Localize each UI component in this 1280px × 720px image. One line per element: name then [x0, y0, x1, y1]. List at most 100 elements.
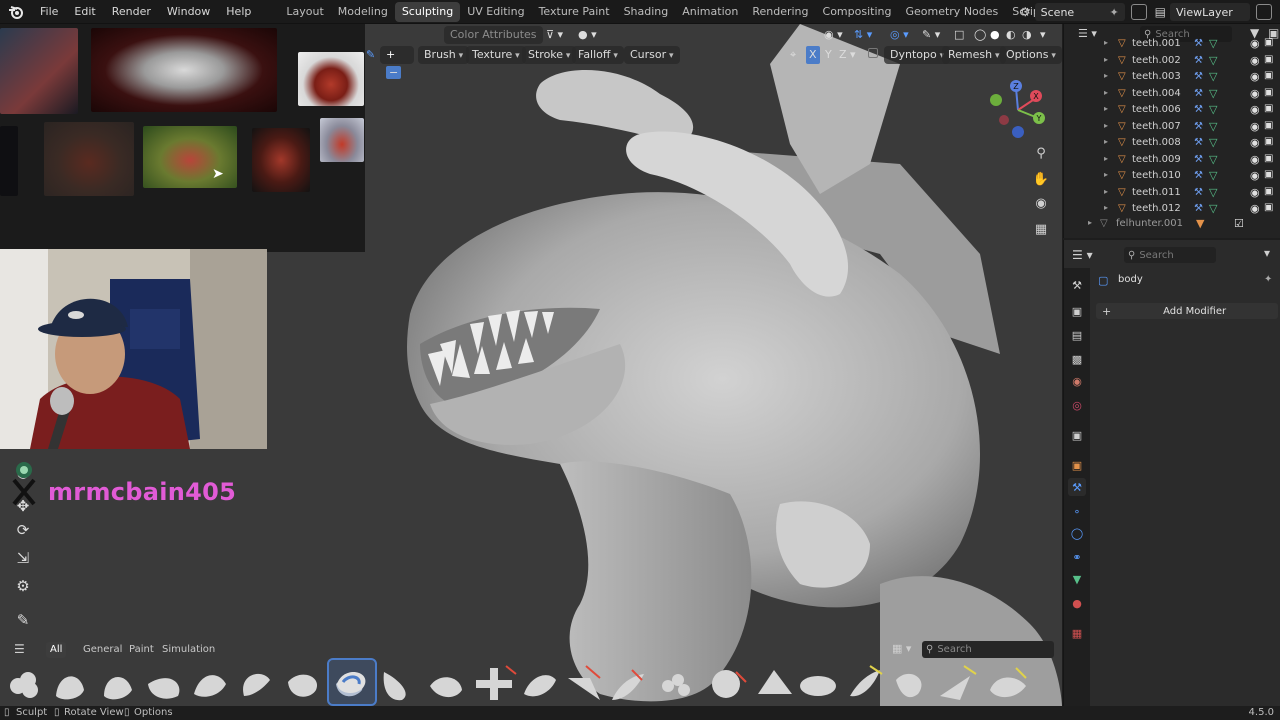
options-menu[interactable]: Options [1000, 46, 1062, 64]
shelf-tab-simulation[interactable]: Simulation [158, 642, 219, 658]
symmetry-lock-icon[interactable]: ⌖ [790, 46, 796, 64]
expand-arrow-icon[interactable]: ▸ [1104, 187, 1108, 196]
render-camera-icon[interactable]: ▣ [1264, 54, 1273, 65]
falloff-menu[interactable]: Falloff [572, 46, 624, 64]
visibility-eye-icon[interactable]: ◉ [1250, 136, 1260, 149]
outliner-row[interactable]: ▸ ▽ teeth.009 ⚒ ▽ ◉ ▣ [1064, 152, 1280, 168]
modifier-wrench-icon[interactable]: ⚒ [1194, 154, 1203, 165]
stroke-preview-icon[interactable]: ● ▾ [578, 26, 597, 44]
tab-shading[interactable]: Shading [617, 2, 676, 22]
mesh-data-icon[interactable]: ▽ [1209, 136, 1217, 149]
color-attributes-dropdown[interactable]: Color Attributes [444, 26, 543, 44]
expand-arrow-icon[interactable]: ▸ [1104, 170, 1108, 179]
outliner-row[interactable]: ▸ ▽ felhunter.001 ▼ ☑ [1064, 216, 1280, 232]
menu-file[interactable]: File [32, 0, 66, 24]
shading-rendered-icon[interactable]: ◑ [1022, 26, 1032, 44]
expand-arrow-icon[interactable]: ▸ [1104, 71, 1108, 80]
menu-edit[interactable]: Edit [66, 0, 103, 24]
mesh-data-icon[interactable]: ▽ [1209, 202, 1217, 215]
particles-tab-icon[interactable]: ∘ [1068, 502, 1086, 520]
new-scene-icon[interactable] [1130, 4, 1147, 20]
render-camera-icon[interactable]: ▣ [1264, 169, 1273, 180]
reference-thumbnail[interactable] [320, 118, 364, 162]
properties-search-field[interactable]: ⚲ Search [1124, 247, 1216, 263]
visibility-eye-icon[interactable]: ◉ [1250, 87, 1260, 100]
texture-tab-icon[interactable]: ▦ [1068, 624, 1086, 642]
scene-tab-icon[interactable]: ◉ [1068, 372, 1086, 390]
shading-material-icon[interactable]: ◐ [1006, 26, 1016, 44]
xray-icon[interactable]: □ [954, 26, 964, 44]
visibility-eye-icon[interactable]: ◉ [1250, 37, 1260, 50]
render-camera-icon[interactable]: ▣ [1264, 186, 1273, 197]
shading-wireframe-icon[interactable]: ◯ [974, 26, 986, 44]
shading-options-icon[interactable]: ▾ [1040, 26, 1046, 44]
outliner-row[interactable]: ▸ ▽ teeth.004 ⚒ ▽ ◉ ▣ [1064, 86, 1280, 102]
view-layer-icon[interactable]: ▤ [1155, 5, 1166, 19]
stroke-menu[interactable]: Stroke [522, 46, 577, 64]
expand-arrow-icon[interactable]: ▸ [1104, 137, 1108, 146]
transform-tool-icon[interactable]: ⚙ [9, 574, 37, 598]
checkbox-icon[interactable]: ☑ [1234, 217, 1244, 230]
expand-arrow-icon[interactable]: ▸ [1104, 203, 1108, 212]
outliner-row[interactable]: ▸ ▽ teeth.003 ⚒ ▽ ◉ ▣ [1064, 69, 1280, 85]
reference-thumbnail[interactable] [91, 28, 277, 112]
mesh-data-icon[interactable]: ▽ [1209, 70, 1217, 83]
add-subtract-toggle[interactable]: + − [380, 46, 414, 79]
shelf-view-icon[interactable]: ▦ ▾ [892, 642, 911, 655]
shelf-tab-general[interactable]: General [79, 642, 126, 658]
tab-uv-editing[interactable]: UV Editing [460, 2, 531, 22]
zoom-icon[interactable]: ⚲ [1030, 142, 1052, 164]
modifier-wrench-icon[interactable]: ⚒ [1194, 170, 1203, 181]
outliner-row[interactable]: ▸ ▽ teeth.012 ⚒ ▽ ◉ ▣ [1064, 201, 1280, 217]
visibility-eye-icon[interactable]: ◉ [1250, 202, 1260, 215]
render-camera-icon[interactable]: ▣ [1264, 136, 1273, 147]
visibility-eye-icon[interactable]: ◉ [1250, 153, 1260, 166]
shelf-tab-paint[interactable]: Paint [125, 642, 158, 658]
modifier-wrench-icon[interactable]: ⚒ [1194, 38, 1203, 49]
mesh-data-icon[interactable]: ▽ [1209, 103, 1217, 116]
render-camera-icon[interactable]: ▣ [1264, 37, 1273, 48]
symmetry-icon[interactable]: ⊽ ▾ [546, 26, 563, 44]
modifier-wrench-icon[interactable]: ⚒ [1194, 71, 1203, 82]
active-brush-slot[interactable] [327, 658, 377, 706]
render-camera-icon[interactable]: ▣ [1264, 120, 1273, 131]
menu-window[interactable]: Window [159, 0, 218, 24]
tool-tab-icon[interactable]: ⚒ [1068, 276, 1086, 294]
data-tab-icon[interactable]: ▼ [1068, 570, 1086, 588]
mesh-data-icon[interactable]: ▽ [1209, 54, 1217, 67]
perspective-grid-icon[interactable]: ▦ [1030, 218, 1052, 240]
gizmo-toggle-icon[interactable]: ⇅ ▾ [854, 26, 872, 44]
world-tab-icon[interactable]: ◎ [1068, 396, 1086, 414]
shelf-tab-all[interactable]: All [46, 642, 67, 658]
modifier-wrench-icon[interactable]: ⚒ [1194, 203, 1203, 214]
render-camera-icon[interactable]: ▣ [1264, 70, 1273, 81]
mesh-data-icon[interactable]: ▽ [1209, 120, 1217, 133]
reference-thumbnail[interactable] [298, 52, 364, 106]
outliner-row[interactable]: ▸ ▽ teeth.007 ⚒ ▽ ◉ ▣ [1064, 119, 1280, 135]
menu-help[interactable]: Help [218, 0, 259, 24]
annotate-tool-icon[interactable]: ✎ [9, 608, 37, 632]
render-camera-icon[interactable]: ▣ [1264, 202, 1273, 213]
visibility-icon[interactable]: ◉ ▾ [824, 26, 843, 44]
tab-texture-paint[interactable]: Texture Paint [532, 2, 617, 22]
mesh-data-icon[interactable]: ▽ [1209, 169, 1217, 182]
modifier-wrench-icon[interactable]: ⚒ [1194, 121, 1203, 132]
dyntopo-checkbox[interactable] [868, 46, 878, 64]
expand-arrow-icon[interactable]: ▸ [1088, 218, 1092, 227]
menu-render[interactable]: Render [104, 0, 159, 24]
symmetry-options-icon[interactable]: ▾ [850, 46, 856, 64]
view-layer-tab-icon[interactable]: ▩ [1068, 350, 1086, 368]
mesh-data-icon[interactable]: ▽ [1209, 87, 1217, 100]
reference-thumbnail[interactable] [44, 122, 134, 196]
tab-modeling[interactable]: Modeling [331, 2, 395, 22]
expand-arrow-icon[interactable]: ▸ [1104, 121, 1108, 130]
add-modifier-button[interactable]: + Add Modifier [1096, 303, 1278, 319]
outliner-row[interactable]: ▸ ▽ teeth.002 ⚒ ▽ ◉ ▣ [1064, 53, 1280, 69]
modifier-wrench-icon[interactable]: ⚒ [1194, 137, 1203, 148]
shelf-search-field[interactable]: ⚲ Search [922, 641, 1054, 658]
visibility-eye-icon[interactable]: ◉ [1250, 103, 1260, 116]
blender-logo-icon[interactable] [6, 2, 26, 22]
mesh-data-icon[interactable]: ▽ [1209, 153, 1217, 166]
pin-icon[interactable]: ✦ [1264, 274, 1272, 285]
overlay-toggle-icon[interactable]: ◎ ▾ [890, 26, 909, 44]
